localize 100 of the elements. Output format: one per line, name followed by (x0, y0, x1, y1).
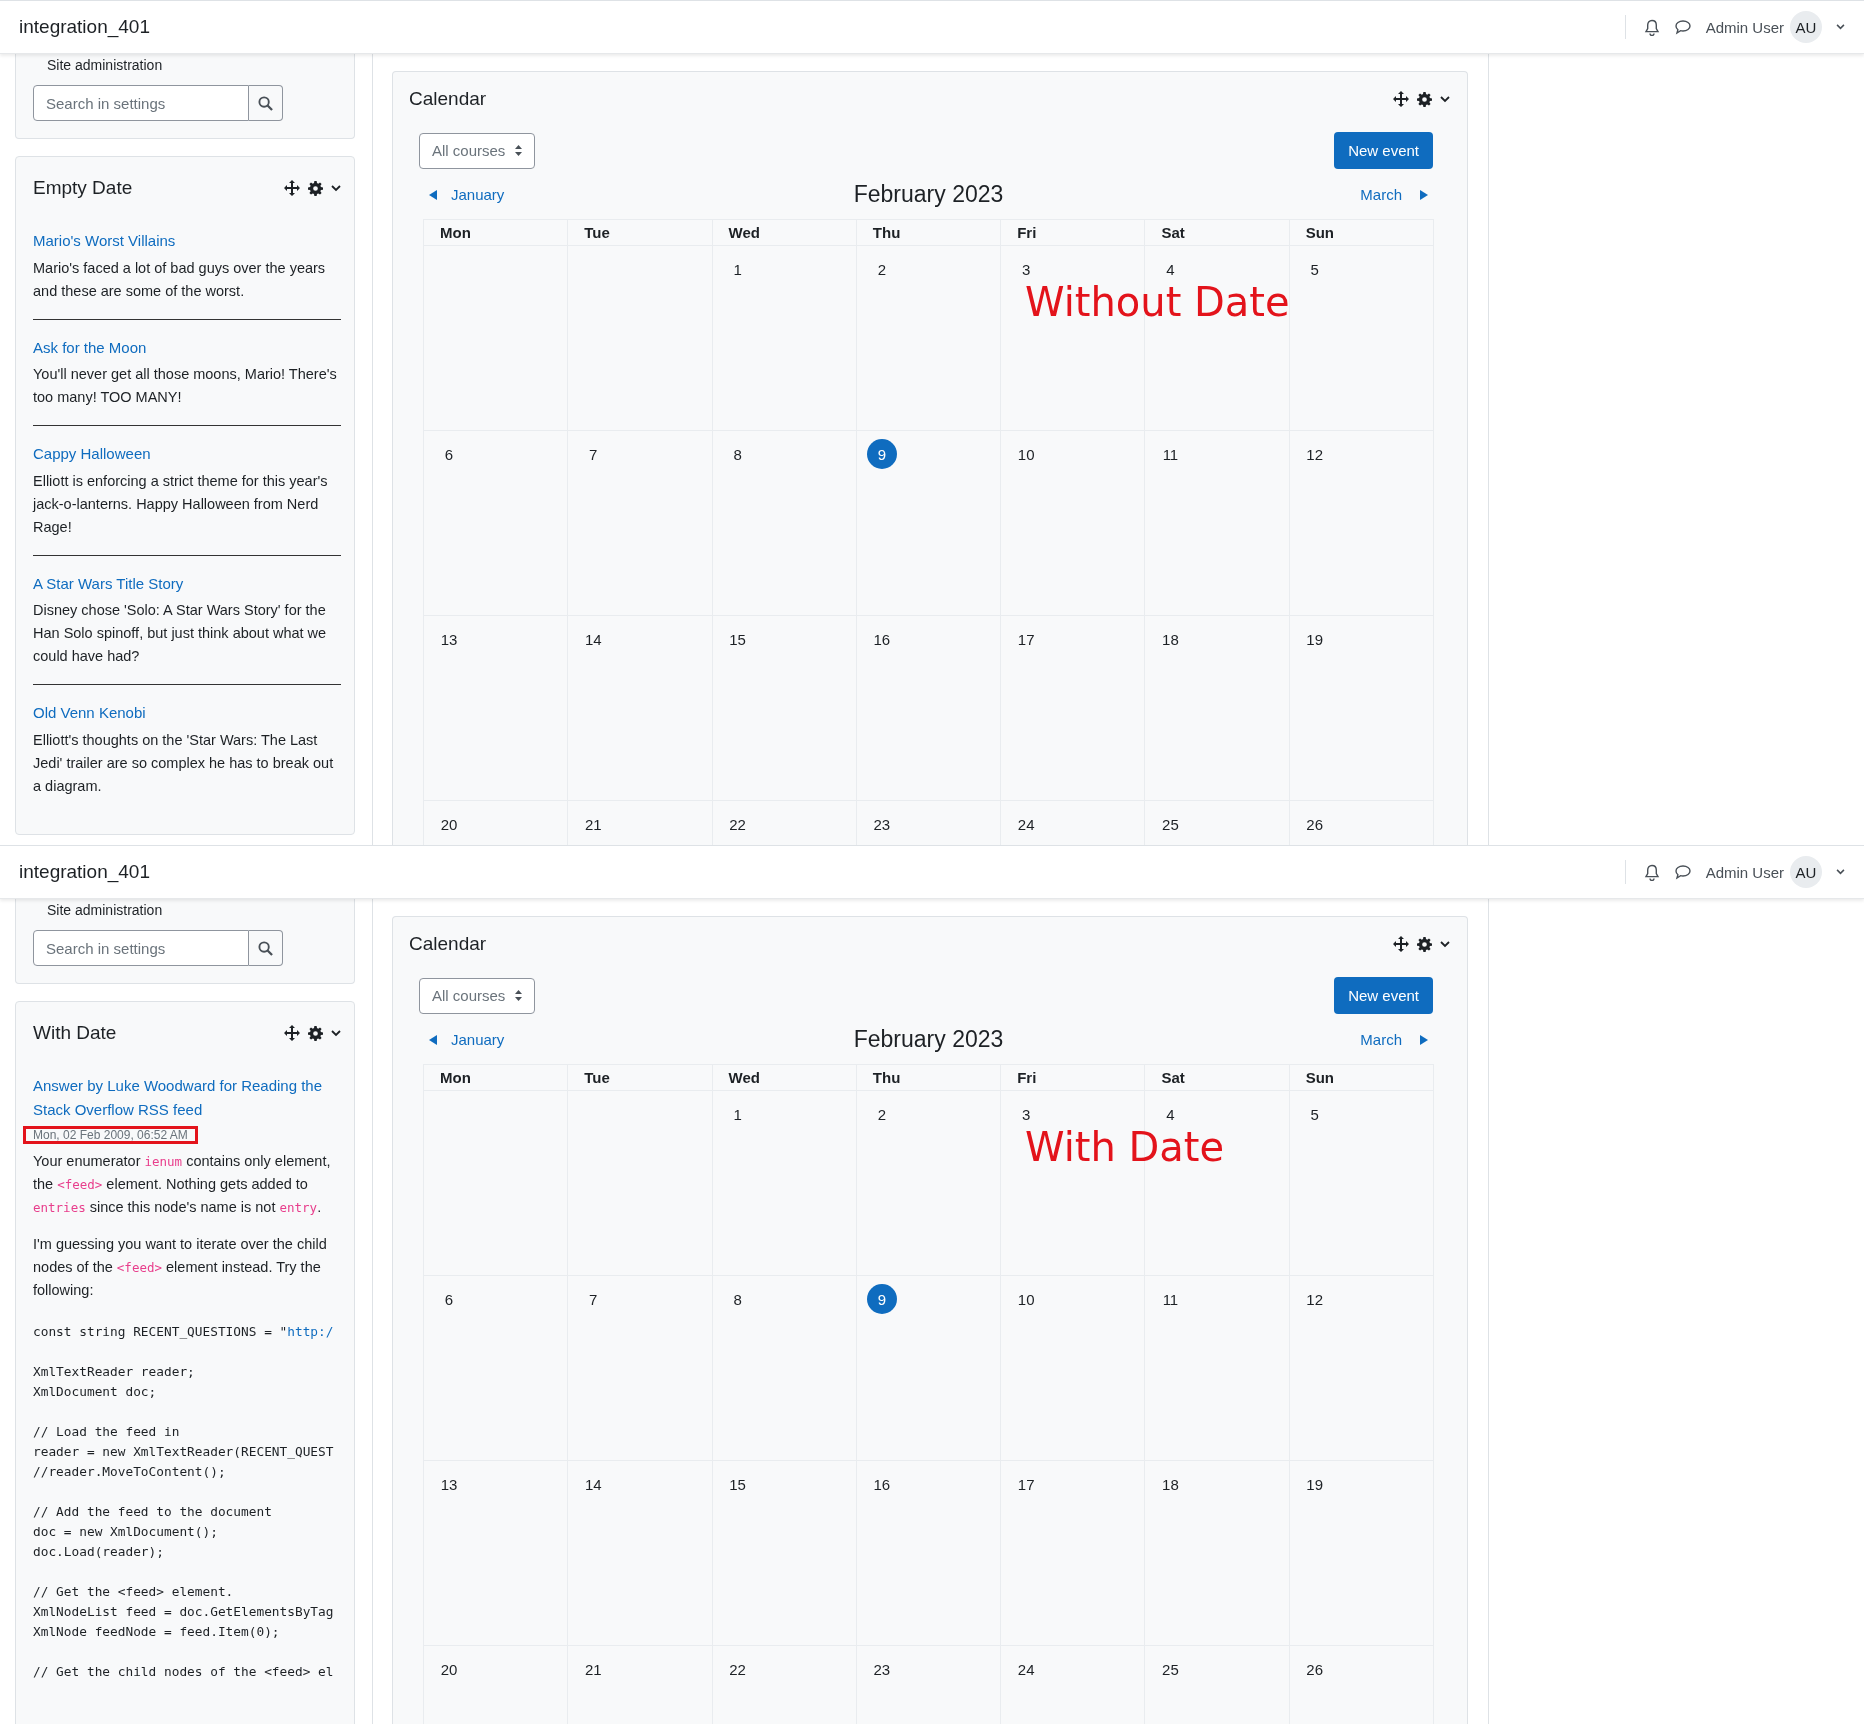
day-number[interactable]: 10 (1011, 439, 1042, 469)
feed-item-link[interactable]: Old Venn Kenobi (33, 701, 341, 725)
day-number[interactable]: 22 (722, 809, 753, 839)
search-button[interactable] (249, 930, 283, 966)
day-number[interactable]: 21 (578, 809, 609, 839)
day-number[interactable]: 2 (866, 254, 897, 284)
day-number[interactable]: 10 (1011, 1284, 1042, 1314)
move-icon[interactable] (284, 180, 300, 196)
code-line: //reader.MoveToContent(); (33, 1463, 226, 1481)
caret-down-icon[interactable] (331, 1029, 341, 1037)
feed-item-link[interactable]: Answer by Luke Woodward for Reading the Stack Overflow RSS feed (33, 1074, 341, 1121)
new-event-button[interactable]: New event (1334, 977, 1433, 1014)
day-number[interactable]: 15 (722, 624, 753, 654)
today-date[interactable]: 9 (866, 439, 897, 469)
course-filter-select[interactable]: All courses (419, 132, 536, 169)
previous-month-link[interactable]: January (423, 1031, 505, 1048)
day-number[interactable]: 5 (1299, 254, 1330, 284)
day-number[interactable]: 7 (578, 439, 609, 469)
caret-down-icon[interactable] (1440, 940, 1450, 948)
move-icon[interactable] (284, 1025, 300, 1041)
code-line: XmlNodeList feed = doc.GetElementsByTag (33, 1603, 334, 1621)
course-filter-select[interactable]: All courses (419, 977, 536, 1014)
day-number[interactable]: 15 (722, 1469, 753, 1499)
settings-icon[interactable] (308, 180, 323, 196)
day-number[interactable]: 11 (1155, 1284, 1186, 1314)
day-number[interactable]: 20 (434, 809, 464, 839)
user-name[interactable]: Admin User (1705, 18, 1784, 36)
site-name[interactable]: integration_401 (19, 861, 1625, 883)
chat-icon[interactable] (1673, 864, 1692, 880)
bell-icon[interactable] (1643, 18, 1660, 36)
user-name[interactable]: Admin User (1705, 863, 1784, 881)
bell-icon[interactable] (1643, 863, 1660, 881)
move-icon[interactable] (1393, 91, 1409, 107)
day-number[interactable]: 5 (1299, 1099, 1330, 1129)
caret-down-icon[interactable] (1836, 869, 1845, 875)
day-number[interactable]: 23 (866, 1654, 897, 1684)
day-number[interactable]: 12 (1299, 1284, 1330, 1314)
caret-down-icon[interactable] (331, 184, 341, 192)
day-number[interactable]: 6 (434, 439, 464, 469)
day-number[interactable]: 19 (1299, 624, 1330, 654)
day-number[interactable]: 1 (722, 1099, 753, 1129)
settings-icon[interactable] (308, 1025, 323, 1041)
search-button[interactable] (249, 85, 283, 121)
day-number[interactable]: 25 (1155, 809, 1186, 839)
day-number[interactable]: 18 (1155, 1469, 1186, 1499)
chat-icon[interactable] (1673, 19, 1692, 35)
today-date[interactable]: 9 (866, 1284, 897, 1314)
post-text: Disney chose 'Solo: A Star Wars Story' for the Han Solo spinoff, but just think about what we could have had? (33, 601, 328, 666)
day-number[interactable]: 6 (434, 1284, 464, 1314)
settings-icon[interactable] (1417, 91, 1432, 107)
feed-item-link[interactable]: A Star Wars Title Story (33, 571, 341, 595)
day-number[interactable]: 13 (434, 624, 464, 654)
day-number[interactable]: 1 (722, 254, 753, 284)
caret-down-icon[interactable] (1836, 24, 1845, 30)
day-number[interactable]: 16 (866, 1469, 897, 1499)
weekday-header: Wed (712, 1064, 857, 1091)
day-number[interactable]: 8 (722, 1284, 753, 1314)
day-number[interactable]: 17 (1011, 624, 1042, 654)
day-number[interactable]: 8 (722, 439, 753, 469)
day-number[interactable]: 21 (578, 1654, 609, 1684)
day-number[interactable]: 19 (1299, 1469, 1330, 1499)
site-administration-link[interactable]: Site administration (47, 57, 163, 73)
day-number[interactable]: 14 (578, 624, 609, 654)
day-number[interactable]: 7 (578, 1284, 609, 1314)
next-month-link[interactable]: March (1360, 1031, 1434, 1048)
new-event-button[interactable]: New event (1334, 132, 1433, 169)
day-number[interactable]: 13 (434, 1469, 464, 1499)
site-name[interactable]: integration_401 (19, 16, 1625, 38)
feed-item-link[interactable]: Cappy Halloween (33, 442, 341, 466)
day-number[interactable]: 24 (1011, 1654, 1042, 1684)
day-number[interactable]: 18 (1155, 624, 1186, 654)
day-number[interactable]: 12 (1299, 439, 1330, 469)
previous-month-link[interactable]: January (423, 186, 505, 203)
day-number[interactable]: 2 (866, 1099, 897, 1129)
feed-item-link[interactable]: Ask for the Moon (33, 335, 341, 359)
day-number[interactable]: 17 (1011, 1469, 1042, 1499)
day-number[interactable]: 26 (1299, 809, 1330, 839)
day-number[interactable]: 11 (1155, 439, 1186, 469)
day-number[interactable]: 26 (1299, 1654, 1330, 1684)
day-number[interactable]: 23 (866, 809, 897, 839)
left-triangle-icon (429, 189, 437, 200)
move-icon[interactable] (1393, 936, 1409, 952)
user-avatar[interactable]: AU (1790, 856, 1822, 888)
block-title: Empty Date (33, 177, 134, 199)
day-number[interactable]: 25 (1155, 1654, 1186, 1684)
search-field[interactable]: Search in settings (33, 85, 249, 121)
day-number[interactable]: 22 (722, 1654, 753, 1684)
search-field[interactable]: Search in settings (33, 930, 249, 966)
day-number[interactable]: 20 (434, 1654, 464, 1684)
feed-item-link[interactable]: Mario's Worst Villains (33, 229, 341, 253)
next-month-link[interactable]: March (1360, 186, 1434, 203)
settings-icon[interactable] (1417, 936, 1432, 952)
day-number[interactable]: 24 (1011, 809, 1042, 839)
site-administration-link[interactable]: Site administration (47, 902, 163, 918)
day-number[interactable]: 14 (578, 1469, 609, 1499)
day-number[interactable]: 16 (866, 624, 897, 654)
caret-down-icon[interactable] (1440, 95, 1450, 103)
user-avatar[interactable]: AU (1790, 11, 1822, 43)
code-line: XmlTextReader reader; (33, 1363, 195, 1381)
month-title: February 2023 (853, 1026, 1004, 1053)
